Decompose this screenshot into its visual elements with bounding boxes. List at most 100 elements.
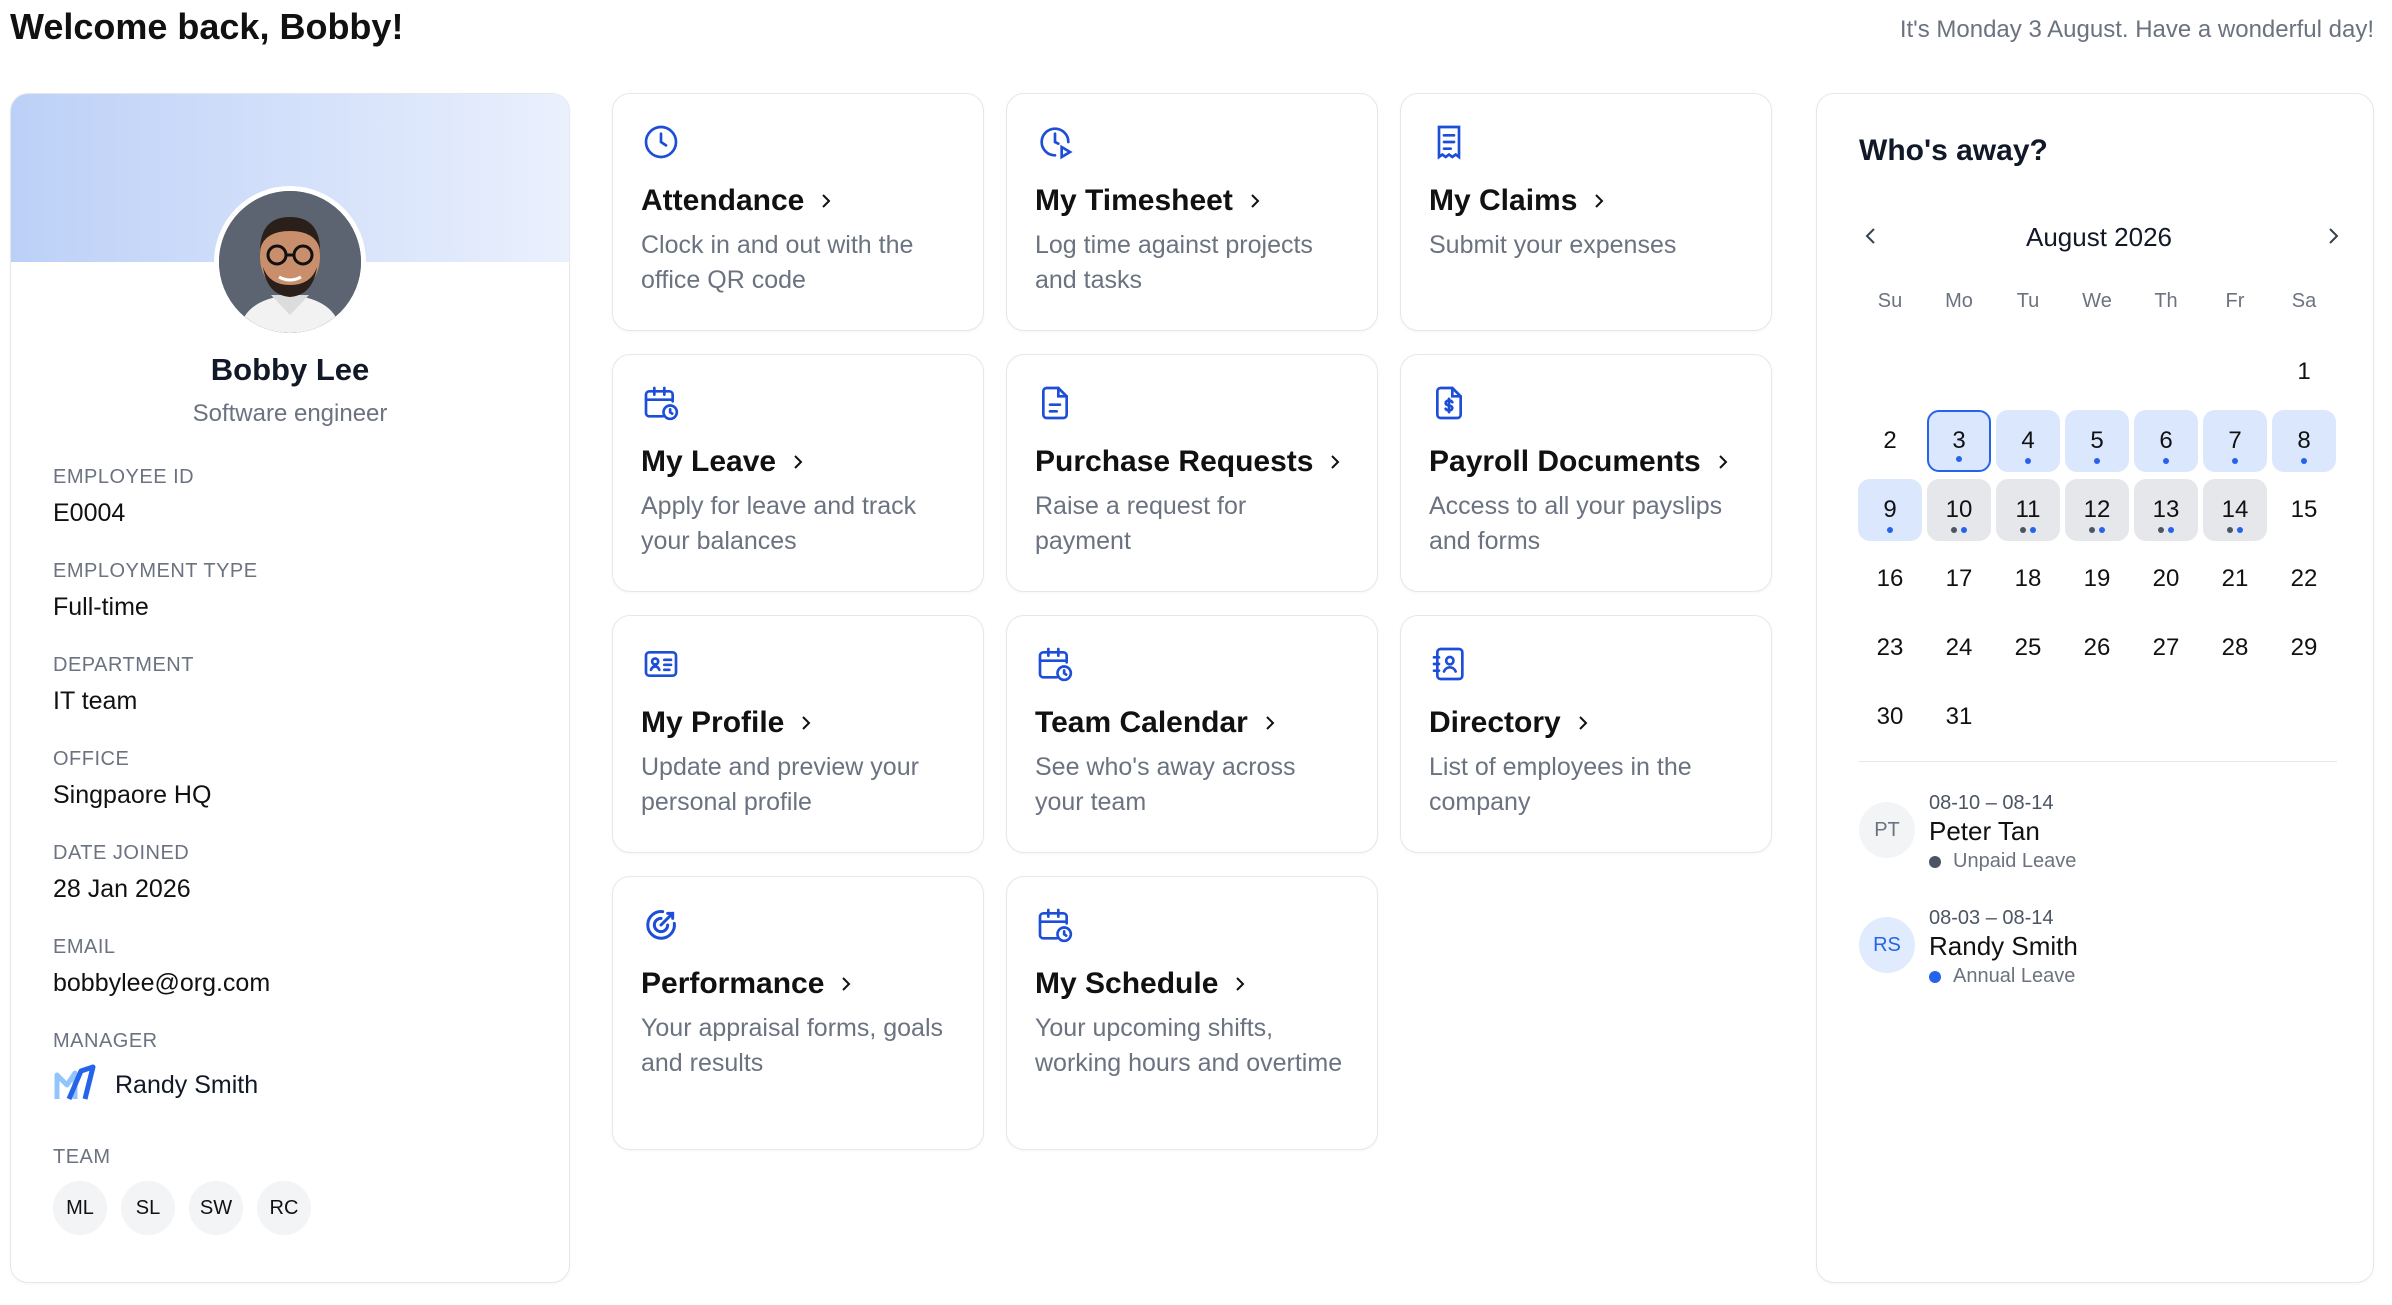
tile-desc: Submit your expenses xyxy=(1429,231,1677,259)
field-label: EMPLOYMENT TYPE xyxy=(53,560,258,582)
manager-name: Randy Smith xyxy=(115,1070,259,1099)
email-link[interactable]: bobbylee@org.com xyxy=(53,969,270,998)
calendar-day[interactable]: 3 xyxy=(1927,410,1991,472)
calendar-day[interactable]: 26 xyxy=(2065,617,2129,679)
tile-directory[interactable]: Directory List of employees in the compa… xyxy=(1400,615,1772,853)
team-member-chip[interactable]: RC xyxy=(257,1181,311,1235)
tile-title: My Claims xyxy=(1429,184,1743,218)
tile-team-calendar[interactable]: Team Calendar See who's away across your… xyxy=(1006,615,1378,853)
field-label: MANAGER xyxy=(53,1030,158,1052)
tile-title: Directory xyxy=(1429,706,1743,740)
manager-row[interactable]: Randy Smith xyxy=(53,1063,258,1107)
calendar-weekday: Tu xyxy=(2016,290,2040,312)
chevron-right-icon[interactable] xyxy=(2321,224,2345,248)
team-member-chip[interactable]: ML xyxy=(53,1181,107,1235)
profile-role: Software engineer xyxy=(192,400,388,427)
tile-title: Performance xyxy=(641,967,955,1001)
tile-my-timesheet[interactable]: My Timesheet Log time against projects a… xyxy=(1006,93,1378,331)
field-value: E0004 xyxy=(53,499,126,527)
chevron-right-icon xyxy=(1236,977,1245,991)
calendar-day[interactable]: 17 xyxy=(1927,548,1991,610)
calendar-day[interactable]: 1 xyxy=(2272,341,2336,403)
field-label: DATE JOINED xyxy=(53,842,190,864)
chevron-right-icon xyxy=(1595,194,1604,208)
field-employee-id: EMPLOYEE ID E0004 xyxy=(53,466,194,528)
whos-away-card: Who's away? August 2026 Su Mo Tu We Th Fr Sa 1… xyxy=(1816,93,2374,1283)
tile-desc: Update and preview your personal profile xyxy=(641,753,919,816)
field-value: Full-time xyxy=(53,593,149,621)
chevron-right-icon xyxy=(1719,455,1728,469)
profile-name: Bobby Lee xyxy=(210,352,370,387)
status-dot-icon xyxy=(1929,970,1941,983)
calendar-day[interactable]: 21 xyxy=(2203,548,2267,610)
calendar-day[interactable]: 9 xyxy=(1858,479,1922,541)
calendar-day[interactable]: 10 xyxy=(1927,479,1991,541)
clock-play-icon xyxy=(1040,127,1073,160)
field-department: DEPARTMENT IT team xyxy=(53,654,194,716)
calendar-day[interactable]: 2 xyxy=(1858,410,1922,472)
field-value: IT team xyxy=(53,687,138,715)
calendar-day[interactable]: 12 xyxy=(2065,479,2129,541)
calendar-day[interactable]: 18 xyxy=(1996,548,2060,610)
calendar-day[interactable]: 24 xyxy=(1927,617,1991,679)
profile-card: Bobby Lee Software engineer EMPLOYEE ID … xyxy=(10,93,570,1283)
calendar-day[interactable]: 19 xyxy=(2065,548,2129,610)
calendar-month-nav: August 2026 xyxy=(1859,216,2339,256)
whos-away-heading: Who's away? xyxy=(1859,134,2048,167)
tile-desc: See who's away across your team xyxy=(1035,753,1296,816)
tile-title: Purchase Requests xyxy=(1035,445,1349,479)
tile-desc: List of employees in the company xyxy=(1429,753,1692,816)
calendar-day[interactable]: 7 xyxy=(2203,410,2267,472)
calendar-day[interactable]: 16 xyxy=(1858,548,1922,610)
tile-title: My Leave xyxy=(641,445,955,479)
team-member-chip[interactable]: SL xyxy=(121,1181,175,1235)
calendar-day[interactable]: 27 xyxy=(2134,617,2198,679)
field-team: TEAM ML SL SW RC xyxy=(53,1146,311,1235)
calendar-day[interactable]: 20 xyxy=(2134,548,2198,610)
away-leave-type: Unpaid Leave xyxy=(1929,850,2076,873)
chevron-right-icon xyxy=(1251,194,1260,208)
target-icon xyxy=(646,910,676,940)
divider xyxy=(1859,761,2337,762)
tile-payroll-documents[interactable]: Payroll Documents Access to all your pay… xyxy=(1400,354,1772,592)
tile-my-schedule[interactable]: My Schedule Your upcoming shifts, workin… xyxy=(1006,876,1378,1150)
greeting-text: It's Monday 3 August. Have a wonderful d… xyxy=(1899,16,2374,43)
avatar xyxy=(214,186,366,338)
manager-logo-icon xyxy=(54,1064,96,1100)
tile-my-claims[interactable]: My Claims Submit your expenses xyxy=(1400,93,1772,331)
calendar-clock-icon xyxy=(1038,908,1073,943)
calendar-weekday: Th xyxy=(2154,290,2178,312)
contact-book-icon xyxy=(1432,647,1464,681)
calendar-day[interactable]: 31 xyxy=(1927,686,1991,748)
tile-attendance[interactable]: Attendance Clock in and out with the off… xyxy=(612,93,984,331)
calendar-day[interactable]: 29 xyxy=(2272,617,2336,679)
calendar-day[interactable]: 6 xyxy=(2134,410,2198,472)
calendar-day[interactable]: 30 xyxy=(1858,686,1922,748)
calendar-day[interactable]: 4 xyxy=(1996,410,2060,472)
calendar-day[interactable]: 22 xyxy=(2272,548,2336,610)
dollar-document-icon xyxy=(1436,386,1462,420)
calendar-day[interactable]: 14 xyxy=(2203,479,2267,541)
page-title: Welcome back, Bobby! xyxy=(10,6,404,47)
team-member-chip[interactable]: SW xyxy=(189,1181,243,1235)
calendar-day[interactable]: 23 xyxy=(1858,617,1922,679)
calendar-day[interactable]: 13 xyxy=(2134,479,2198,541)
tile-purchase-requests[interactable]: Purchase Requests Raise a request for pa… xyxy=(1006,354,1378,592)
chevron-right-icon xyxy=(802,716,811,730)
tile-my-leave[interactable]: My Leave Apply for leave and track your … xyxy=(612,354,984,592)
calendar-day[interactable]: 25 xyxy=(1996,617,2060,679)
id-card-icon xyxy=(644,651,678,677)
calendar-day[interactable]: 11 xyxy=(1996,479,2060,541)
tile-performance[interactable]: Performance Your appraisal forms, goals … xyxy=(612,876,984,1150)
chevron-right-icon xyxy=(1579,716,1588,730)
field-label: OFFICE xyxy=(53,748,130,770)
tile-desc: Raise a request for payment xyxy=(1035,492,1247,555)
calendar-day[interactable]: 28 xyxy=(2203,617,2267,679)
calendar-day[interactable]: 8 xyxy=(2272,410,2336,472)
tile-my-profile[interactable]: My Profile Update and preview your perso… xyxy=(612,615,984,853)
tile-title: My Timesheet xyxy=(1035,184,1349,218)
calendar-day[interactable]: 5 xyxy=(2065,410,2129,472)
tile-desc: Clock in and out with the office QR code xyxy=(641,231,914,294)
calendar-month-label: August 2026 xyxy=(2025,222,2172,252)
calendar-day[interactable]: 15 xyxy=(2272,479,2336,541)
